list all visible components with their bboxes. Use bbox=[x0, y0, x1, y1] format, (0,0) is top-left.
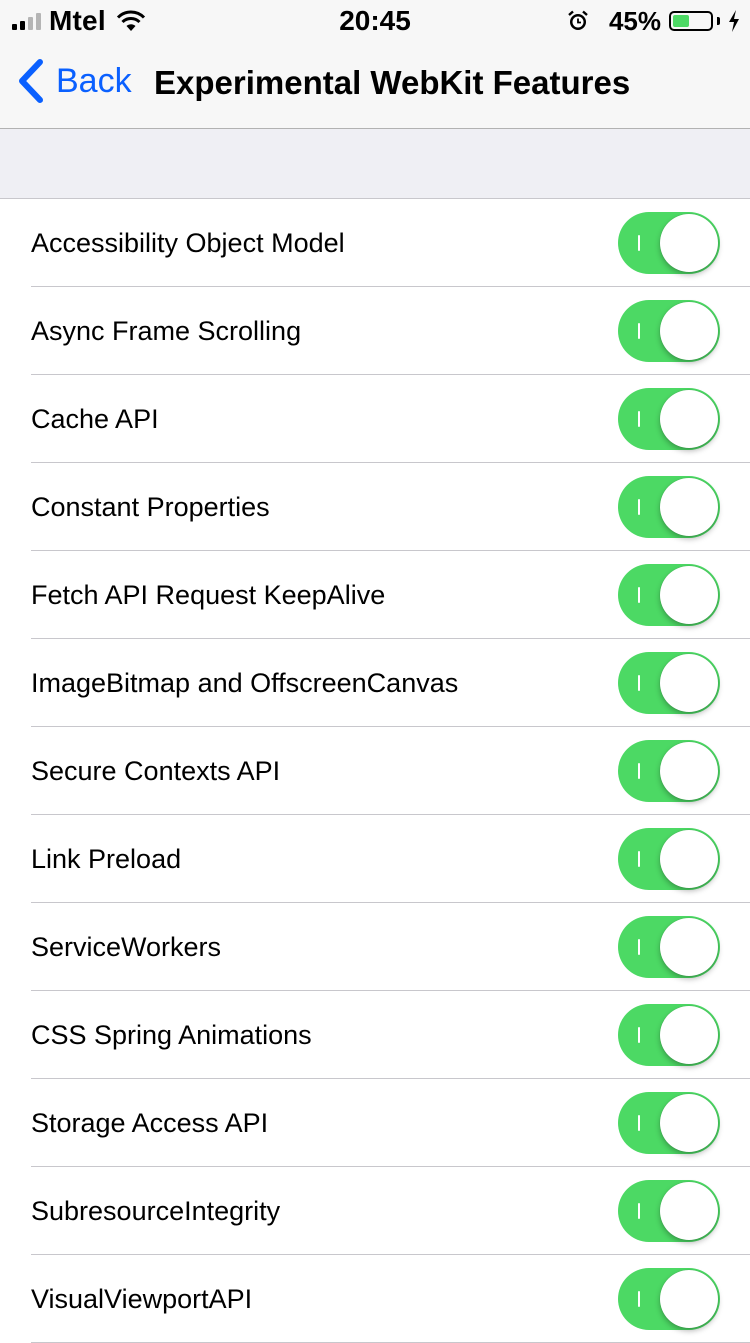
toggle-on-indicator bbox=[638, 675, 640, 691]
feature-toggle[interactable] bbox=[618, 300, 720, 362]
toggle-knob bbox=[660, 830, 718, 888]
toggle-on-indicator bbox=[638, 939, 640, 955]
feature-label: Cache API bbox=[31, 404, 159, 434]
toggle-knob bbox=[660, 1270, 718, 1328]
feature-list: Accessibility Object Model Async Frame Sc… bbox=[0, 198, 750, 1343]
feature-toggle[interactable] bbox=[618, 652, 720, 714]
toggle-on-indicator bbox=[638, 323, 640, 339]
feature-toggle[interactable] bbox=[618, 564, 720, 626]
toggle-on-indicator bbox=[638, 763, 640, 779]
feature-row: Async Frame Scrolling bbox=[0, 287, 750, 375]
feature-row: Constant Properties bbox=[0, 463, 750, 551]
feature-toggle[interactable] bbox=[618, 476, 720, 538]
feature-toggle[interactable] bbox=[618, 1092, 720, 1154]
toggle-knob bbox=[660, 1094, 718, 1152]
status-right: 45% bbox=[567, 5, 740, 36]
toggle-on-indicator bbox=[638, 1203, 640, 1219]
toggle-on-indicator bbox=[638, 499, 640, 515]
feature-row: Secure Contexts API bbox=[0, 727, 750, 815]
feature-label: VisualViewportAPI bbox=[31, 1284, 253, 1314]
toggle-on-indicator bbox=[638, 1027, 640, 1043]
feature-toggle[interactable] bbox=[618, 916, 720, 978]
feature-row: Storage Access API bbox=[0, 1079, 750, 1167]
feature-row: Fetch API Request KeepAlive bbox=[0, 551, 750, 639]
feature-label: CSS Spring Animations bbox=[31, 1020, 312, 1050]
feature-row: Cache API bbox=[0, 375, 750, 463]
feature-toggle[interactable] bbox=[618, 828, 720, 890]
toggle-on-indicator bbox=[638, 235, 640, 251]
feature-label: Storage Access API bbox=[31, 1108, 269, 1138]
feature-row: Link Preload bbox=[0, 815, 750, 903]
feature-toggle[interactable] bbox=[618, 1268, 720, 1330]
navigation-bar: Back Experimental WebKit Features bbox=[0, 40, 750, 129]
feature-row: SubresourceIntegrity bbox=[0, 1167, 750, 1255]
toggle-knob bbox=[660, 654, 718, 712]
toggle-on-indicator bbox=[638, 411, 640, 427]
feature-label: Fetch API Request KeepAlive bbox=[31, 580, 386, 610]
feature-label: ImageBitmap and OffscreenCanvas bbox=[31, 668, 459, 698]
feature-row: ServiceWorkers bbox=[0, 903, 750, 991]
alarm-icon bbox=[568, 10, 588, 30]
feature-toggle[interactable] bbox=[618, 212, 720, 274]
charging-bolt-icon bbox=[729, 10, 739, 32]
battery-level bbox=[673, 15, 690, 27]
toggle-on-indicator bbox=[638, 587, 640, 603]
feature-label: Secure Contexts API bbox=[31, 756, 281, 786]
toggle-knob bbox=[660, 214, 718, 272]
feature-toggle[interactable] bbox=[618, 1004, 720, 1066]
feature-label: Link Preload bbox=[31, 844, 182, 874]
feature-row: CSS Spring Animations bbox=[0, 991, 750, 1079]
feature-toggle[interactable] bbox=[618, 388, 720, 450]
chevron-left-icon bbox=[19, 59, 43, 103]
toggle-on-indicator bbox=[638, 1115, 640, 1131]
feature-row: VisualViewportAPI bbox=[0, 1255, 750, 1343]
battery-icon bbox=[669, 11, 713, 31]
toggle-knob bbox=[660, 302, 718, 360]
feature-label: Constant Properties bbox=[31, 492, 270, 522]
toggle-knob bbox=[660, 1006, 718, 1064]
toggle-knob bbox=[660, 390, 718, 448]
feature-label: Async Frame Scrolling bbox=[31, 316, 302, 346]
toggle-knob bbox=[660, 478, 718, 536]
toggle-knob bbox=[660, 742, 718, 800]
battery-tip bbox=[717, 17, 720, 25]
feature-toggle[interactable] bbox=[618, 1180, 720, 1242]
feature-label: SubresourceIntegrity bbox=[31, 1196, 281, 1226]
status-bar: Mtel 20:45 45% bbox=[0, 0, 750, 40]
toggle-knob bbox=[660, 918, 718, 976]
toggle-knob bbox=[660, 566, 718, 624]
back-label: Back bbox=[56, 61, 132, 100]
feature-label: Accessibility Object Model bbox=[31, 228, 345, 258]
page-title: Experimental WebKit Features bbox=[154, 64, 631, 101]
toggle-on-indicator bbox=[638, 851, 640, 867]
toggle-on-indicator bbox=[638, 1291, 640, 1307]
battery-percent: 45% bbox=[608, 5, 661, 36]
feature-toggle[interactable] bbox=[618, 740, 720, 802]
back-button[interactable]: Back bbox=[16, 58, 132, 104]
toggle-knob bbox=[660, 1182, 718, 1240]
feature-label: ServiceWorkers bbox=[31, 932, 222, 962]
feature-row: Accessibility Object Model bbox=[0, 199, 750, 287]
feature-row: ImageBitmap and OffscreenCanvas bbox=[0, 639, 750, 727]
